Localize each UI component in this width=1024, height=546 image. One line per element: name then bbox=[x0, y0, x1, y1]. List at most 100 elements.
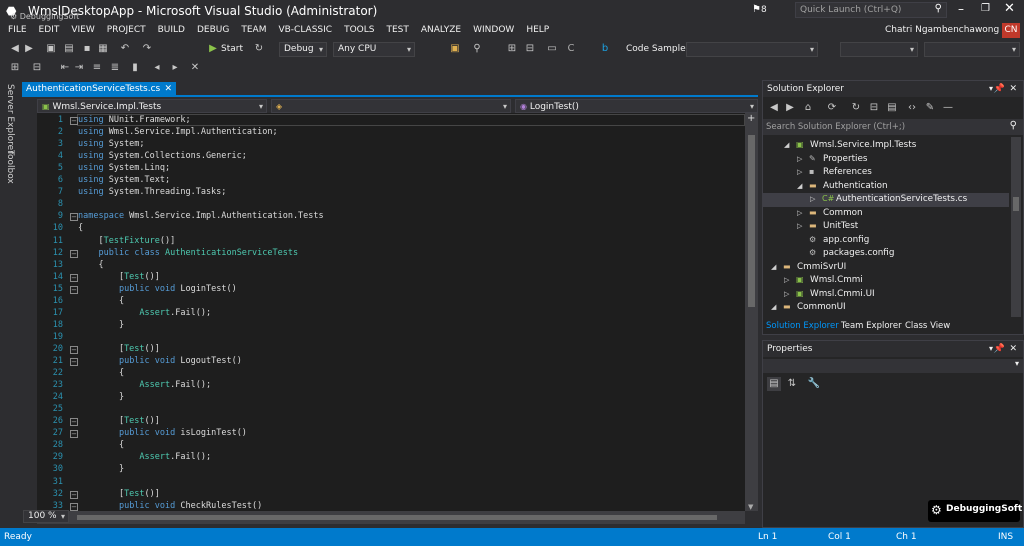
code-line[interactable]: } bbox=[78, 464, 124, 474]
dropdown-icon[interactable]: ▾ bbox=[989, 341, 993, 357]
toolbar-icon-1[interactable]: ⊞ bbox=[8, 61, 22, 75]
menu-window[interactable]: WINDOW bbox=[467, 22, 520, 39]
editor-vertical-scrollbar[interactable]: + ▼ bbox=[745, 113, 758, 511]
collapsed-icon[interactable]: ▷ bbox=[784, 276, 789, 284]
code-line[interactable]: [TestFixture()] bbox=[78, 236, 175, 246]
collapse-icon[interactable]: − bbox=[70, 490, 78, 499]
home-icon[interactable]: ⌂ bbox=[801, 101, 815, 115]
back-icon[interactable]: ◀ bbox=[767, 101, 781, 115]
collapse-icon[interactable]: − bbox=[70, 213, 78, 222]
notification-flag-icon[interactable]: ⚑ bbox=[752, 4, 761, 15]
alphabetical-icon[interactable]: ⇅ bbox=[785, 377, 799, 391]
back-icon[interactable]: ◀ bbox=[8, 42, 22, 56]
menu-build[interactable]: BUILD bbox=[152, 22, 191, 39]
extra-select[interactable]: ▾ bbox=[840, 42, 918, 57]
collapse-icon[interactable]: − bbox=[70, 502, 78, 511]
code-line[interactable]: using System.Collections.Generic; bbox=[78, 151, 247, 161]
dropdown-icon[interactable]: ▾ bbox=[989, 81, 993, 97]
bookmark-icon[interactable]: ▮ bbox=[128, 61, 142, 75]
code-line[interactable]: public void isLoginTest() bbox=[78, 428, 247, 438]
close-icon[interactable]: ✕ bbox=[1009, 81, 1017, 97]
code-line[interactable]: using System; bbox=[78, 139, 145, 149]
expanded-icon[interactable]: ◢ bbox=[771, 263, 776, 271]
forward-icon[interactable]: ▶ bbox=[22, 42, 36, 56]
server-explorer-tab[interactable]: Server Explorer bbox=[5, 84, 15, 154]
code-line[interactable]: namespace Wmsl.Service.Impl.Authenticati… bbox=[78, 211, 324, 221]
undo-icon[interactable]: ↶ bbox=[118, 42, 132, 56]
avatar[interactable]: CN bbox=[1002, 23, 1020, 38]
open-file-icon[interactable]: ▤ bbox=[62, 42, 76, 56]
refresh-icon[interactable]: ↻ bbox=[849, 101, 863, 115]
code-line[interactable]: using NUnit.Framework; bbox=[78, 115, 191, 125]
code-line[interactable]: } bbox=[78, 392, 124, 402]
menu-project[interactable]: PROJECT bbox=[101, 22, 152, 39]
code-view-icon[interactable]: ‹› bbox=[905, 101, 919, 115]
collapse-icon[interactable]: − bbox=[70, 285, 78, 294]
code-line[interactable]: { bbox=[78, 440, 124, 450]
collapse-icon[interactable]: − bbox=[70, 418, 78, 427]
collapse-icon[interactable]: − bbox=[70, 358, 78, 366]
layout-icon[interactable]: ▭ bbox=[545, 42, 559, 56]
collapsed-icon[interactable]: ▷ bbox=[797, 168, 802, 176]
class-nav-select[interactable]: ◈ Wmsl.Service.Impl.Authentication.Tests… bbox=[271, 99, 523, 125]
tree-icon[interactable]: ⊟ bbox=[523, 42, 537, 56]
solution-search-input[interactable]: Search Solution Explorer (Ctrl+;) ⚲ bbox=[763, 119, 1023, 135]
menu-file[interactable]: FILE bbox=[2, 22, 33, 39]
collapse-all-icon[interactable]: ⊟ bbox=[867, 101, 881, 115]
solution-explorer-scrollbar[interactable] bbox=[1011, 137, 1021, 317]
quick-launch-input[interactable]: Quick Launch (Ctrl+Q) ⚲ bbox=[795, 2, 947, 18]
horizontal-scroll-thumb[interactable] bbox=[77, 515, 717, 520]
properties-object-select[interactable]: ▾ bbox=[763, 359, 1023, 373]
properties-icon[interactable]: ✎ bbox=[923, 101, 937, 115]
menu-edit[interactable]: EDIT bbox=[33, 22, 66, 39]
forward-icon[interactable]: ▶ bbox=[783, 101, 797, 115]
find-in-files-icon[interactable]: ▣ bbox=[448, 42, 462, 56]
prev-bookmark-icon[interactable]: ◂ bbox=[150, 61, 164, 75]
pin-icon[interactable]: 📌 bbox=[994, 341, 1005, 357]
code-line[interactable]: using System.Text; bbox=[78, 175, 170, 185]
search-icon[interactable]: ⚲ bbox=[470, 42, 484, 56]
collapse-icon[interactable]: − bbox=[70, 249, 78, 258]
save-icon[interactable]: ▪ bbox=[80, 42, 94, 56]
code-line[interactable]: public void CheckRulesTest() bbox=[78, 501, 262, 511]
new-project-icon[interactable]: ▣ bbox=[44, 42, 58, 56]
refresh-icon[interactable]: ↻ bbox=[252, 42, 266, 56]
code-line[interactable]: { bbox=[78, 368, 124, 378]
code-editor[interactable]: 1− using NUnit.Framework; 2 using Wmsl.Serv… bbox=[37, 113, 745, 511]
configuration-select[interactable]: Debug ▾ bbox=[279, 42, 327, 57]
redo-icon[interactable]: ↷ bbox=[140, 42, 154, 56]
code-line[interactable]: [Test()] bbox=[78, 416, 160, 426]
extra-select-2[interactable]: ▾ bbox=[924, 42, 1020, 57]
pin-icon[interactable]: 📌 bbox=[994, 81, 1005, 97]
tab-team-explorer[interactable]: Team Explorer bbox=[841, 318, 902, 334]
save-all-icon[interactable]: ▦ bbox=[96, 42, 110, 56]
comment-icon[interactable]: ≡ bbox=[90, 61, 104, 75]
menu-view[interactable]: VIEW bbox=[65, 22, 100, 39]
tab-solution-explorer[interactable]: Solution Explorer bbox=[766, 318, 839, 334]
expanded-icon[interactable]: ◢ bbox=[797, 182, 802, 190]
code-line[interactable]: { bbox=[78, 260, 103, 270]
collapse-icon[interactable]: − bbox=[70, 430, 78, 439]
split-icon[interactable]: + bbox=[747, 113, 755, 124]
collapsed-icon[interactable]: ▷ bbox=[810, 195, 815, 203]
restore-button[interactable]: ❐ bbox=[981, 3, 990, 14]
cn-icon[interactable]: C bbox=[564, 42, 578, 56]
indent-icon[interactable]: ⇥ bbox=[72, 61, 86, 75]
solution-tree-item[interactable] bbox=[763, 234, 1009, 248]
uncomment-icon[interactable]: ≣ bbox=[108, 61, 122, 75]
scroll-thumb[interactable] bbox=[748, 135, 755, 307]
toolbar-icon-2[interactable]: ⊟ bbox=[30, 61, 44, 75]
tab-class-view[interactable]: Class View bbox=[905, 318, 950, 334]
code-line[interactable]: Assert.Fail(); bbox=[78, 452, 211, 462]
code-samples-select[interactable]: ▾ bbox=[686, 42, 818, 57]
code-line[interactable]: [Test()] bbox=[78, 272, 160, 282]
sync-icon[interactable]: ⟳ bbox=[825, 101, 839, 115]
minus-icon[interactable]: — bbox=[941, 101, 955, 115]
code-line[interactable]: [Test()] bbox=[78, 344, 160, 354]
close-tab-icon[interactable]: ✕ bbox=[164, 82, 172, 97]
platform-select[interactable]: Any CPU ▾ bbox=[333, 42, 415, 57]
menu-analyze[interactable]: ANALYZE bbox=[415, 22, 467, 39]
menu-tools[interactable]: TOOLS bbox=[338, 22, 380, 39]
menu-test[interactable]: TEST bbox=[380, 22, 414, 39]
expanded-icon[interactable]: ◢ bbox=[771, 303, 776, 311]
